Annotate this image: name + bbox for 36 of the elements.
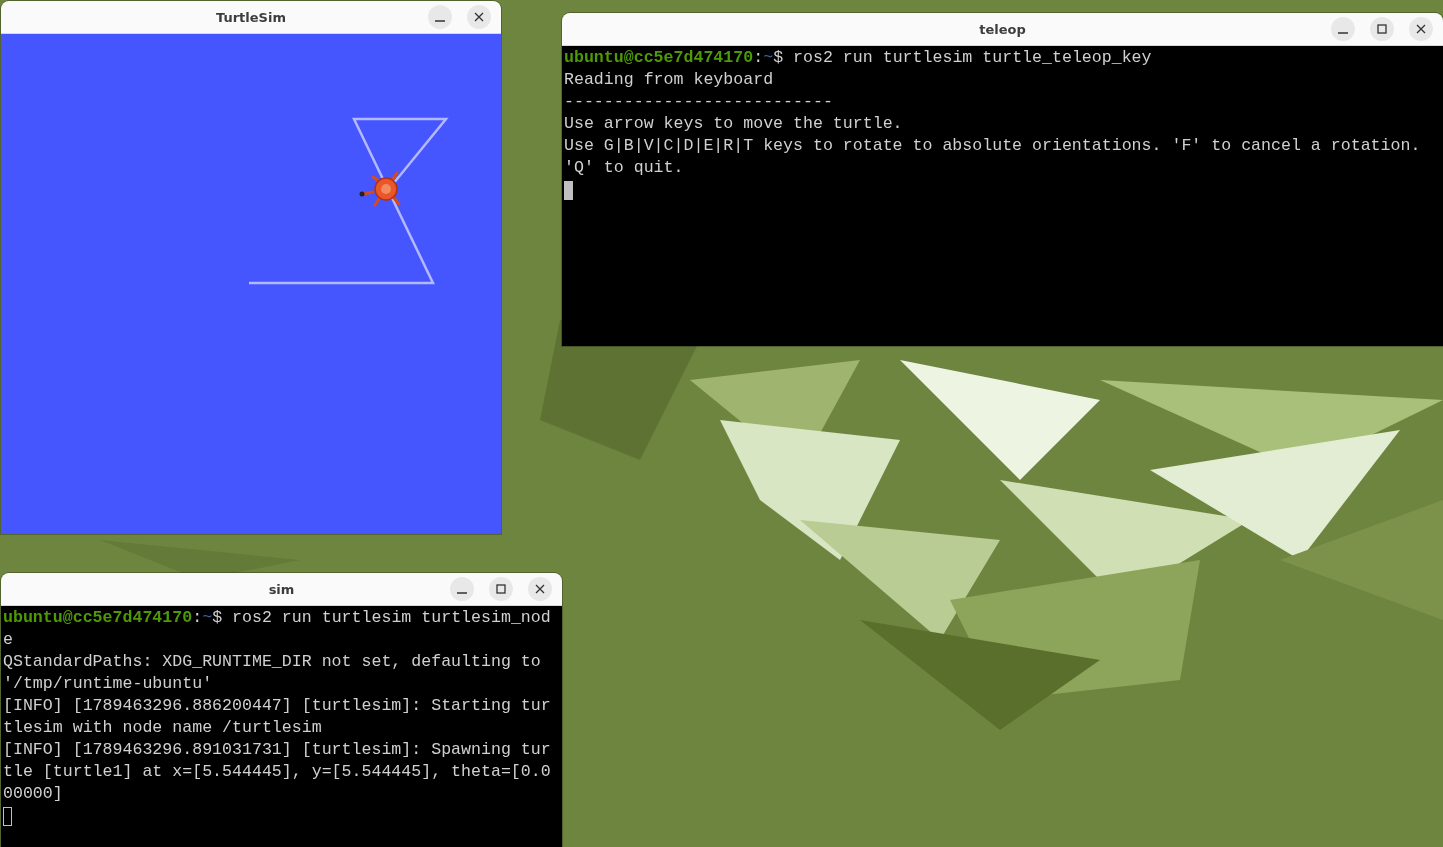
minimize-button[interactable] xyxy=(428,5,452,29)
terminal-line: 'Q' to quit. xyxy=(564,157,685,179)
window-title: TurtleSim xyxy=(216,9,286,25)
minimize-icon xyxy=(435,20,445,22)
terminal-line: '/tmp/runtime-ubuntu' xyxy=(3,673,214,695)
minimize-icon xyxy=(1338,32,1348,34)
terminal-line: Use G|B|V|C|D|E|R|T keys to rotate to absolute orientations. 'F' to cancel a rotation. xyxy=(564,135,1422,157)
turtle-drawing xyxy=(359,171,401,207)
close-button[interactable] xyxy=(467,5,491,29)
terminal-line: QStandardPaths: XDG_RUNTIME_DIR not set, defaulting to xyxy=(3,651,542,673)
close-icon xyxy=(1416,24,1426,34)
maximize-icon xyxy=(496,584,506,594)
close-icon xyxy=(474,12,484,22)
maximize-icon xyxy=(1377,24,1387,34)
close-button[interactable] xyxy=(528,577,552,601)
close-button[interactable] xyxy=(1409,17,1433,41)
minimize-button[interactable] xyxy=(450,577,474,601)
terminal-line: Use arrow keys to move the turtle. xyxy=(564,113,904,135)
terminal-line: tle [turtle1] at x=[5.544445], y=[5.544445], theta=[0.0 xyxy=(3,761,552,783)
terminal-line: tlesim with node name /turtlesim xyxy=(3,717,323,739)
terminal-line: ubuntu@cc5e7d474170:~$ ros2 run turtlesim turtle_teleop_key xyxy=(564,47,1153,69)
terminal-line: ubuntu@cc5e7d474170:~$ ros2 run turtlesim turtlesim_nod xyxy=(3,607,552,629)
maximize-button[interactable] xyxy=(489,577,513,601)
terminal-line: e xyxy=(3,629,14,651)
terminal-line: Reading from keyboard xyxy=(564,69,775,91)
window-title: teleop xyxy=(979,21,1026,37)
minimize-icon xyxy=(457,592,467,594)
terminal-line: --------------------------- xyxy=(564,91,834,113)
window-title: sim xyxy=(268,581,295,597)
terminal-line: [INFO] [1789463296.891031731] [turtlesim]: Spawning tur xyxy=(3,739,552,761)
close-icon xyxy=(535,584,545,594)
terminal-line: 00000] xyxy=(3,783,64,805)
terminal-area[interactable] xyxy=(1,606,562,847)
maximize-button[interactable] xyxy=(1370,17,1394,41)
terminal-line: [INFO] [1789463296.886200447] [turtlesim]: Starting tur xyxy=(3,695,552,717)
minimize-button[interactable] xyxy=(1331,17,1355,41)
